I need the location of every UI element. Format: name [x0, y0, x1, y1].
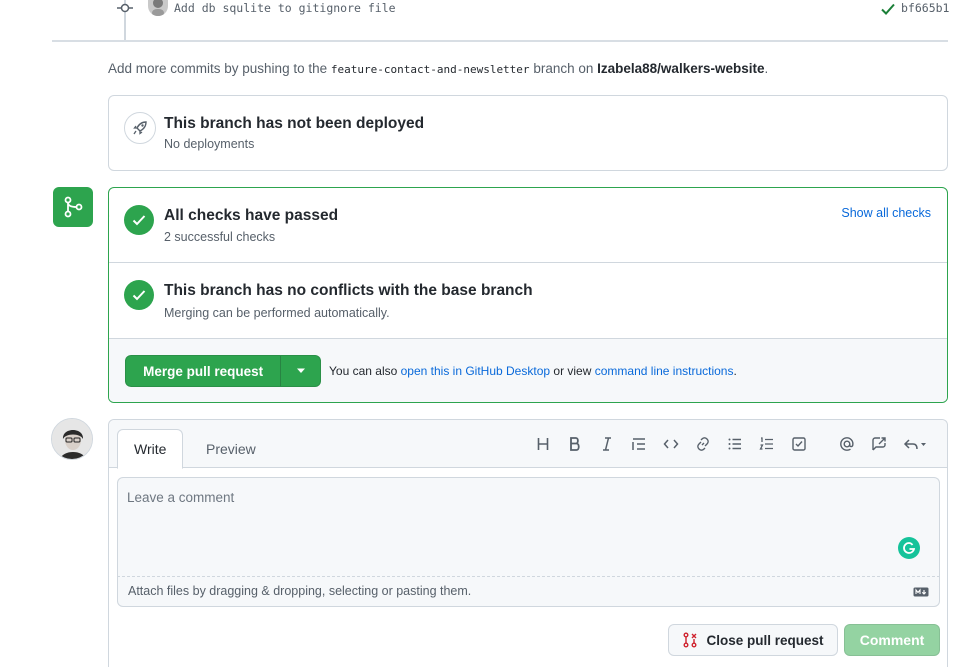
task-list-icon[interactable] [783, 434, 815, 454]
attach-files-bar[interactable]: Attach files by dragging & dropping, sel… [117, 576, 940, 607]
merge-box: All checks have passed 2 successful chec… [108, 187, 948, 403]
command-line-instructions-link[interactable]: command line instructions [595, 364, 734, 378]
rocket-icon [124, 112, 156, 144]
merge-note-middle: or view [553, 364, 592, 378]
tab-write[interactable]: Write [117, 429, 184, 469]
close-pull-request-button[interactable]: Close pull request [668, 624, 838, 656]
merge-pull-request-button[interactable]: Merge pull request [126, 356, 280, 386]
caret-down-icon [296, 368, 305, 373]
commit-author-avatar[interactable] [148, 0, 168, 16]
comment-textarea[interactable]: Leave a comment [117, 477, 940, 576]
attach-files-text: Attach files by dragging & dropping, sel… [128, 584, 472, 598]
comment-header: Write Preview [109, 420, 947, 469]
add-commits-middle: branch on [533, 61, 594, 76]
bulleted-list-icon[interactable] [719, 434, 751, 454]
bold-icon[interactable] [559, 434, 591, 454]
numbered-list-icon[interactable] [751, 434, 783, 454]
merge-note-prefix: You can also [329, 364, 398, 378]
quote-icon[interactable] [623, 434, 655, 454]
user-avatar[interactable] [51, 418, 93, 460]
check-circle-icon [124, 280, 154, 310]
formatting-toolbar [527, 434, 815, 454]
markdown-icon[interactable] [913, 587, 929, 597]
comment-form: Write Preview Leave a comment Attach fil… [108, 419, 948, 667]
link-icon[interactable] [687, 434, 719, 454]
git-merge-icon [53, 187, 93, 227]
add-commits-note: Add more commits by pushing to the featu… [108, 61, 768, 76]
section-divider [109, 262, 947, 263]
grammarly-icon[interactable] [898, 537, 920, 559]
merge-alternatives-note: You can also open this in GitHub Desktop… [329, 364, 737, 378]
merge-button-group: Merge pull request [125, 355, 321, 387]
show-all-checks-link[interactable]: Show all checks [841, 206, 931, 220]
reply-icon[interactable] [895, 434, 935, 454]
conflicts-subtitle: Merging can be performed automatically. [164, 306, 390, 320]
add-commits-prefix: Add more commits by pushing to the [108, 61, 328, 76]
tab-preview[interactable]: Preview [190, 429, 272, 469]
close-pull-request-label: Close pull request [706, 632, 824, 648]
mention-icon[interactable] [831, 434, 863, 454]
code-icon[interactable] [655, 434, 687, 454]
comment-button[interactable]: Comment [844, 624, 940, 656]
branch-name: feature-contact-and-newsletter [330, 63, 530, 76]
commit-icon [117, 3, 133, 13]
git-pull-request-closed-icon [683, 632, 697, 648]
check-circle-icon [124, 205, 154, 235]
reference-icon[interactable] [863, 434, 895, 454]
checks-subtitle: 2 successful checks [164, 230, 276, 244]
heading-icon[interactable] [527, 434, 559, 454]
deployment-box: This branch has not been deployed No dep… [108, 95, 948, 171]
merge-note-suffix: . [733, 364, 737, 378]
conflicts-title: This branch has no conflicts with the ba… [164, 282, 533, 299]
extra-toolbar [831, 434, 935, 454]
merge-footer: Merge pull request You can also open thi… [109, 338, 947, 402]
check-icon[interactable] [880, 2, 896, 16]
checks-title: All checks have passed [164, 207, 339, 224]
merge-options-dropdown[interactable] [280, 356, 320, 386]
italic-icon[interactable] [591, 434, 623, 454]
deploy-title: This branch has not been deployed [164, 115, 425, 132]
github-desktop-link[interactable]: open this in GitHub Desktop [401, 364, 550, 378]
commit-sha[interactable]: bf665b1 [901, 1, 949, 15]
repo-name[interactable]: Izabela88/walkers-website [597, 61, 764, 76]
deploy-subtitle: No deployments [164, 137, 255, 151]
divider [52, 40, 948, 42]
add-commits-suffix: . [764, 61, 769, 76]
commit-message[interactable]: Add db squlite to gitignore file [174, 1, 396, 15]
